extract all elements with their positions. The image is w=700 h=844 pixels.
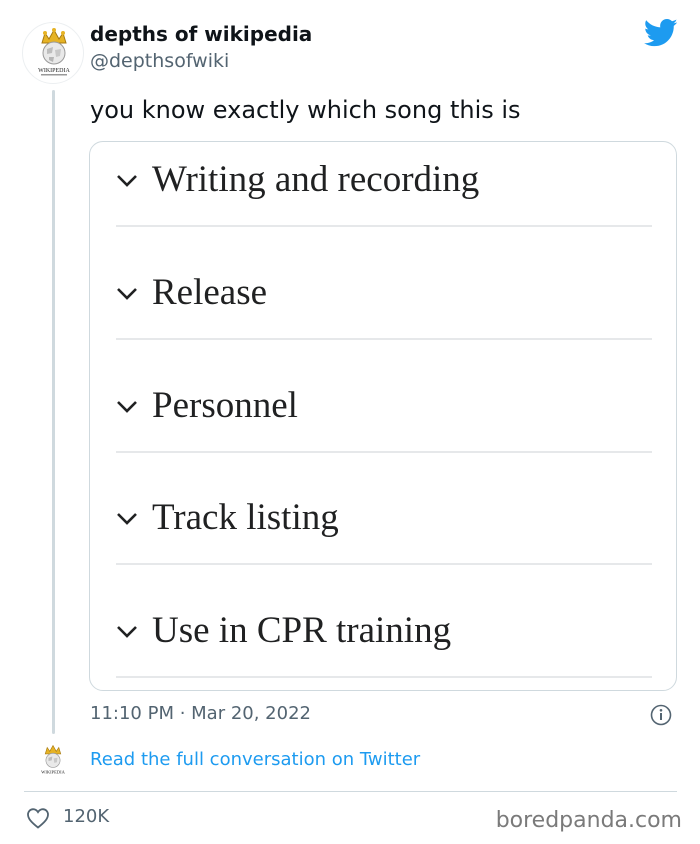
section-track-listing[interactable]: Track listing [116, 497, 652, 616]
section-divider [116, 676, 652, 678]
heart-icon[interactable] [26, 807, 50, 829]
tweet-timestamp[interactable]: 11:10 PM · Mar 20, 2022 [90, 703, 311, 724]
twitter-bird-icon[interactable] [644, 18, 678, 48]
section-label: Release [152, 272, 268, 313]
section-divider [116, 451, 652, 453]
section-label: Use in CPR training [152, 610, 452, 651]
wikipedia-logo-icon: WIKIPEDIA [38, 28, 70, 76]
wikipedia-logo-icon: WIKIPEDIA [41, 744, 66, 774]
author-name[interactable]: depths of wikipedia [90, 22, 312, 46]
tweet-text: you know exactly which song this is [90, 96, 521, 124]
section-divider [116, 338, 652, 340]
section-divider [116, 563, 652, 565]
chevron-down-icon [117, 513, 137, 525]
author-avatar[interactable]: WIKIPEDIA [22, 22, 84, 84]
thread-line [52, 90, 55, 734]
section-use-in-cpr-training[interactable]: Use in CPR training [116, 610, 652, 690]
author-handle[interactable]: @depthsofwiki [90, 50, 229, 72]
section-personnel[interactable]: Personnel [116, 385, 652, 504]
section-label: Personnel [152, 385, 298, 426]
section-release[interactable]: Release [116, 272, 652, 391]
author-avatar-small[interactable]: WIKIPEDIA [33, 741, 73, 781]
chevron-down-icon [117, 626, 137, 638]
chevron-down-icon [117, 401, 137, 413]
boredpanda-watermark: boredpanda.com [495, 808, 682, 833]
section-label: Track listing [152, 497, 339, 538]
svg-text:WIKIPEDIA: WIKIPEDIA [38, 68, 70, 74]
section-divider [116, 225, 652, 227]
section-label: Writing and recording [152, 159, 480, 200]
tweet-embed: WIKIPEDIA depths of wikipedia @depthsofw… [0, 0, 700, 844]
embedded-image-card[interactable]: Writing and recording Release Personnel … [89, 141, 677, 691]
chevron-down-icon [117, 288, 137, 300]
chevron-down-icon [117, 175, 137, 187]
svg-text:WIKIPEDIA: WIKIPEDIA [41, 769, 65, 774]
like-count: 120K [63, 806, 110, 827]
section-writing-and-recording[interactable]: Writing and recording [116, 159, 652, 278]
info-icon[interactable] [650, 704, 672, 726]
read-full-conversation-link[interactable]: Read the full conversation on Twitter [90, 749, 420, 770]
footer-divider [24, 791, 677, 792]
